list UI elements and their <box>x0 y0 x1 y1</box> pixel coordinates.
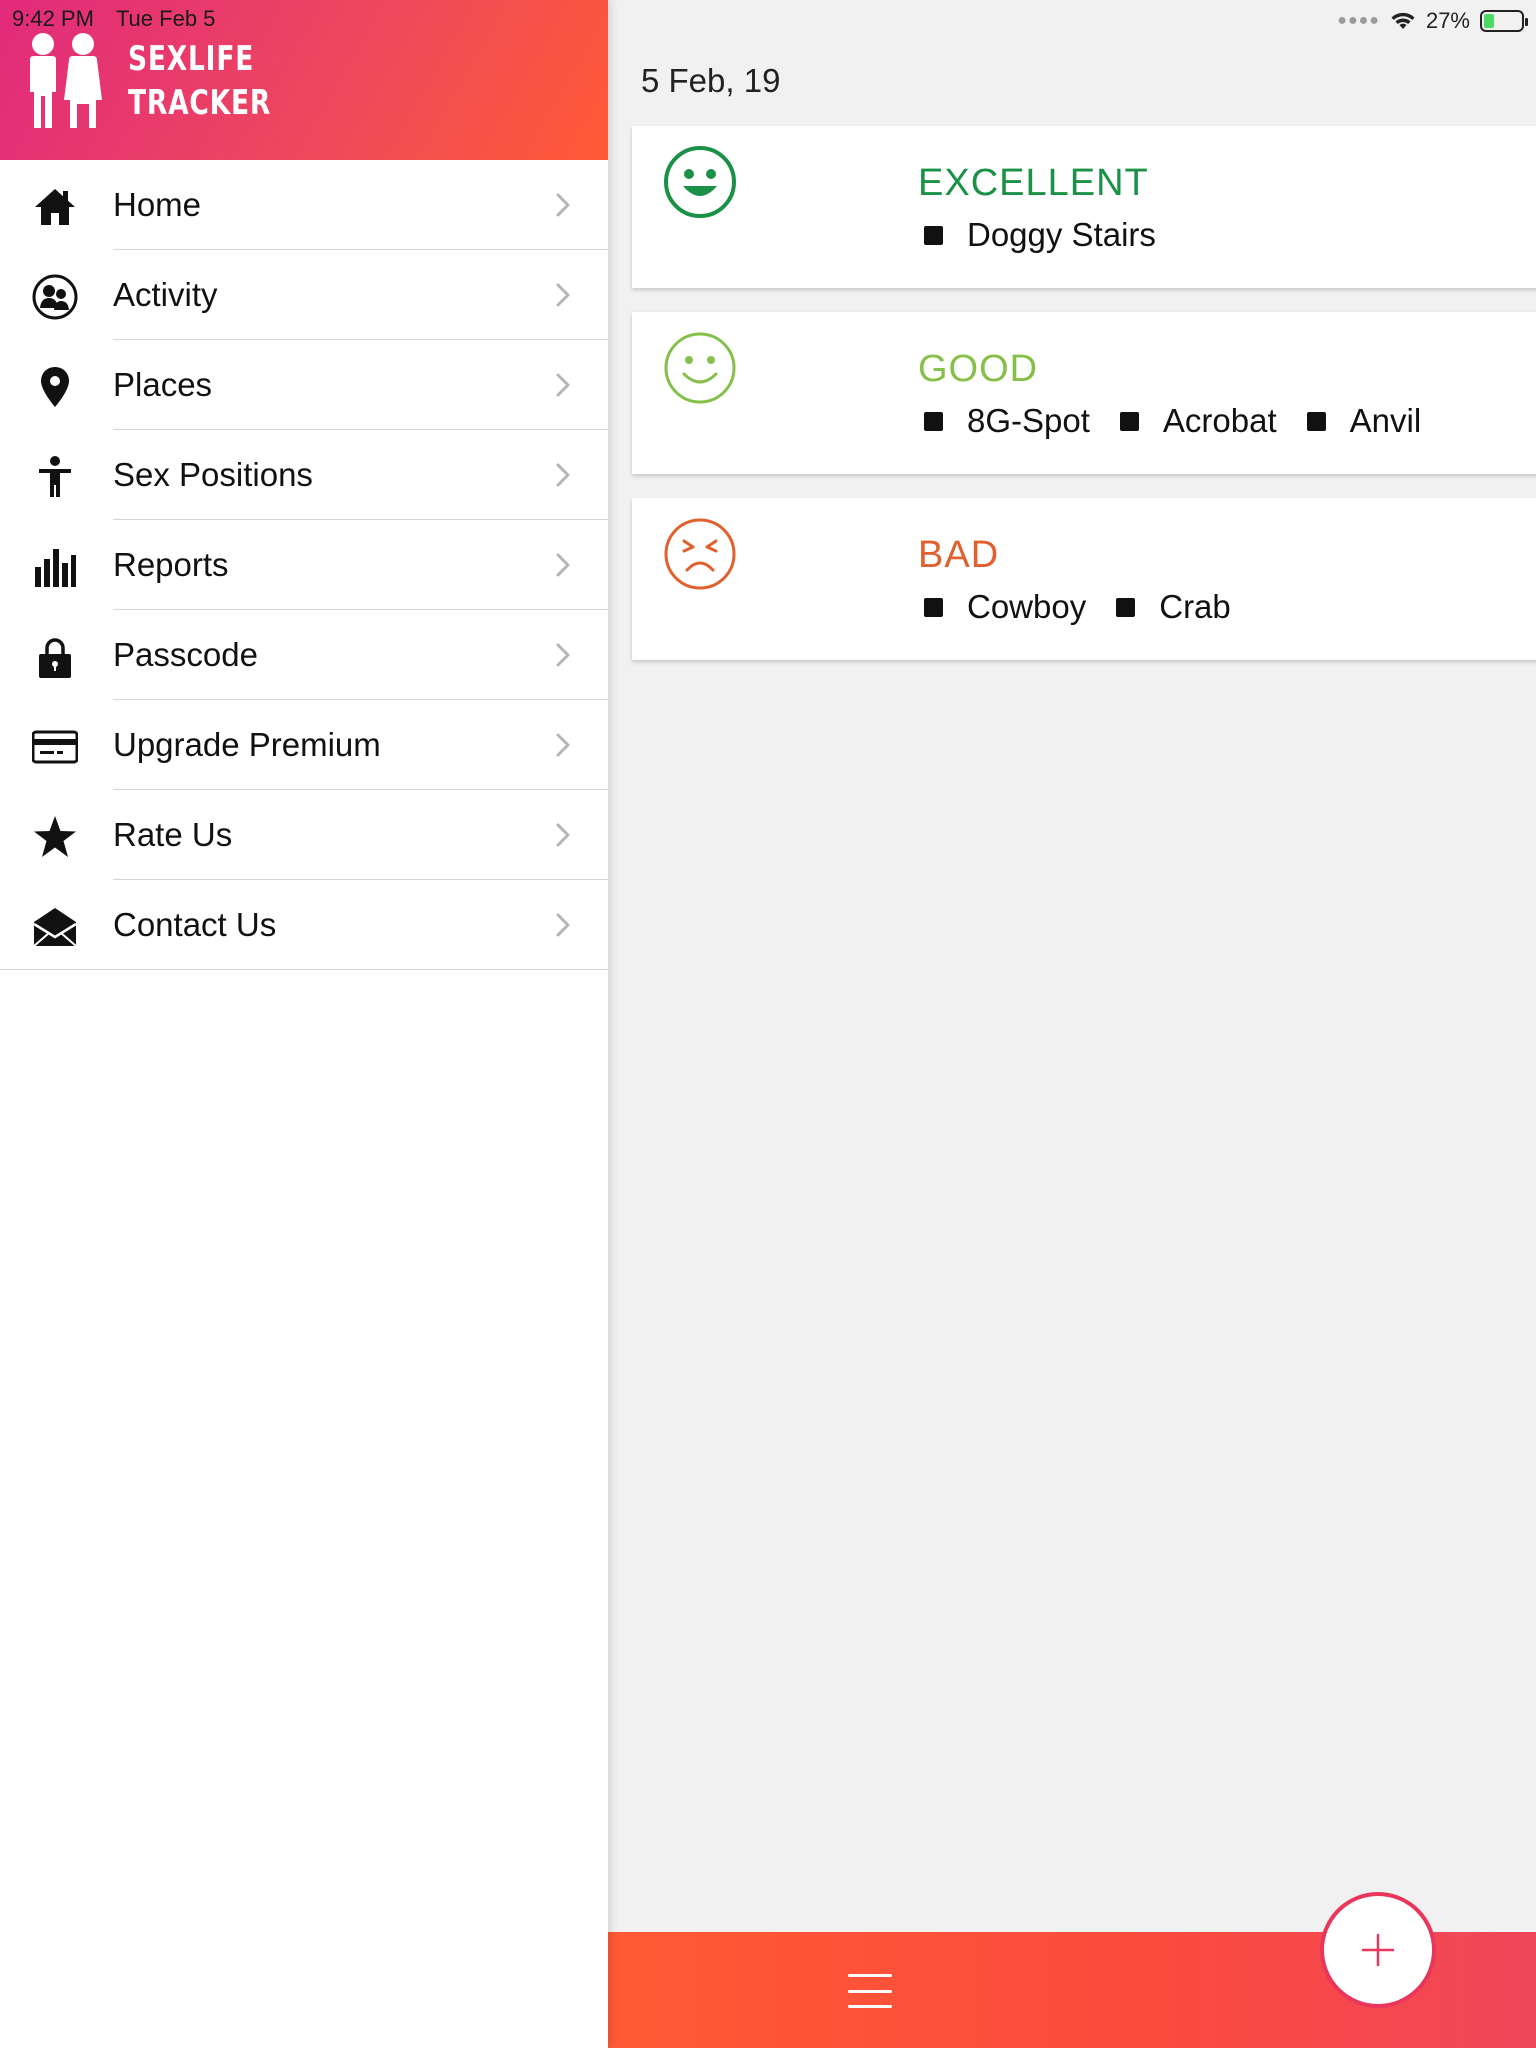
app-logo-text: SEXLIFE TRACKER <box>128 37 271 125</box>
entry-card-excellent[interactable]: EXCELLENT Doggy Stairs <box>632 126 1536 288</box>
sidebar-item-home[interactable]: Home <box>0 160 608 250</box>
bullet-icon <box>1116 597 1136 617</box>
sidebar-item-places[interactable]: Places <box>0 340 608 430</box>
entry-tags: Cowboy Crab <box>924 588 1261 626</box>
side-drawer: 9:42 PM Tue Feb 5 SEXLIFE TRACKER Home A… <box>0 0 608 2048</box>
entry-rating: BAD <box>918 534 1000 576</box>
sidebar-item-label: Rate Us <box>113 816 233 853</box>
tag-item: Acrobat <box>1119 402 1277 440</box>
chevron-right-icon <box>556 913 570 937</box>
couple-icon <box>32 274 78 320</box>
sidebar-item-label: Passcode <box>113 636 258 673</box>
status-time: 9:42 PM <box>12 6 94 31</box>
tag-label: Doggy Stairs <box>967 216 1156 253</box>
plus-icon <box>1361 1933 1395 1967</box>
entry-card-good[interactable]: GOOD 8G-Spot Acrobat Anvil <box>632 312 1536 474</box>
chevron-right-icon <box>556 733 570 757</box>
chevron-right-icon <box>556 193 570 217</box>
chevron-right-icon <box>556 463 570 487</box>
chevron-right-icon <box>556 643 570 667</box>
status-date: Tue Feb 5 <box>115 6 216 31</box>
sidebar-item-label: Activity <box>113 276 218 313</box>
tag-item: Anvil <box>1306 402 1422 440</box>
sidebar-item-reports[interactable]: Reports <box>0 520 608 610</box>
status-bar-left: 9:42 PM Tue Feb 5 <box>12 6 215 32</box>
chevron-right-icon <box>556 823 570 847</box>
sidebar-item-label: Sex Positions <box>113 456 313 493</box>
sidebar-menu: Home Activity Places Sex Positions Repor… <box>0 160 608 970</box>
hamburger-menu-icon[interactable] <box>848 1974 892 2008</box>
chevron-right-icon <box>556 283 570 307</box>
tag-label: 8G-Spot <box>967 402 1090 439</box>
logo-line-1: SEXLIFE <box>128 39 255 79</box>
battery-icon <box>1480 10 1528 32</box>
bar-chart-icon <box>32 544 78 590</box>
tag-label: Anvil <box>1349 402 1422 439</box>
logo-line-2: TRACKER <box>128 83 272 123</box>
smile-face-icon <box>664 332 736 404</box>
big-smile-face-icon <box>664 146 736 218</box>
battery-percentage: 27% <box>1425 8 1470 33</box>
bullet-icon <box>1119 411 1139 431</box>
envelope-icon <box>32 904 78 950</box>
tag-item: Crab <box>1116 588 1231 626</box>
sidebar-item-passcode[interactable]: Passcode <box>0 610 608 700</box>
tag-item: Doggy Stairs <box>924 216 1156 254</box>
sidebar-item-label: Places <box>113 366 213 403</box>
map-pin-icon <box>32 364 78 410</box>
entry-card-bad[interactable]: BAD Cowboy Crab <box>632 498 1536 660</box>
entry-tags: 8G-Spot Acrobat Anvil <box>924 402 1451 440</box>
angry-face-icon <box>664 518 736 590</box>
home-icon <box>32 184 78 230</box>
drawer-header: 9:42 PM Tue Feb 5 SEXLIFE TRACKER <box>0 0 608 160</box>
lock-icon <box>32 634 78 680</box>
sidebar-item-label: Reports <box>113 546 229 583</box>
tag-label: Crab <box>1159 588 1231 625</box>
tag-item: Cowboy <box>924 588 1086 626</box>
chevron-right-icon <box>556 553 570 577</box>
chevron-right-icon <box>556 373 570 397</box>
couple-logo-icon <box>30 33 102 128</box>
add-entry-button[interactable] <box>1320 1892 1436 2008</box>
entry-rating: EXCELLENT <box>918 162 1149 204</box>
sidebar-item-rate-us[interactable]: Rate Us <box>0 790 608 880</box>
tag-item: 8G-Spot <box>924 402 1090 440</box>
sidebar-item-contact-us[interactable]: Contact Us <box>0 880 608 970</box>
sidebar-item-label: Upgrade Premium <box>113 726 381 763</box>
person-icon <box>32 454 78 500</box>
date-heading: 5 Feb, 19 <box>641 62 781 99</box>
tag-label: Acrobat <box>1162 402 1277 439</box>
sidebar-item-label: Contact Us <box>113 906 277 943</box>
credit-card-icon <box>32 724 78 770</box>
sidebar-item-sex-positions[interactable]: Sex Positions <box>0 430 608 520</box>
wifi-icon <box>1391 12 1415 29</box>
bullet-icon <box>1306 411 1326 431</box>
signal-dots-icon: ●●●● <box>1337 12 1380 29</box>
status-bar-right: ●●●● 27% <box>1337 6 1528 36</box>
bullet-icon <box>924 411 943 431</box>
bullet-icon <box>924 225 943 245</box>
main-content: ●●●● 27% 5 Feb, 19 EXCELLENT Doggy Stair… <box>608 0 1536 2048</box>
sidebar-item-upgrade-premium[interactable]: Upgrade Premium <box>0 700 608 790</box>
star-icon <box>32 814 78 860</box>
bullet-icon <box>924 597 943 617</box>
tag-label: Cowboy <box>967 588 1087 625</box>
sidebar-item-activity[interactable]: Activity <box>0 250 608 340</box>
app-logo: SEXLIFE TRACKER <box>26 32 311 130</box>
sidebar-item-label: Home <box>113 186 202 223</box>
entry-tags: Doggy Stairs <box>924 216 1186 254</box>
entry-rating: GOOD <box>918 348 1039 390</box>
